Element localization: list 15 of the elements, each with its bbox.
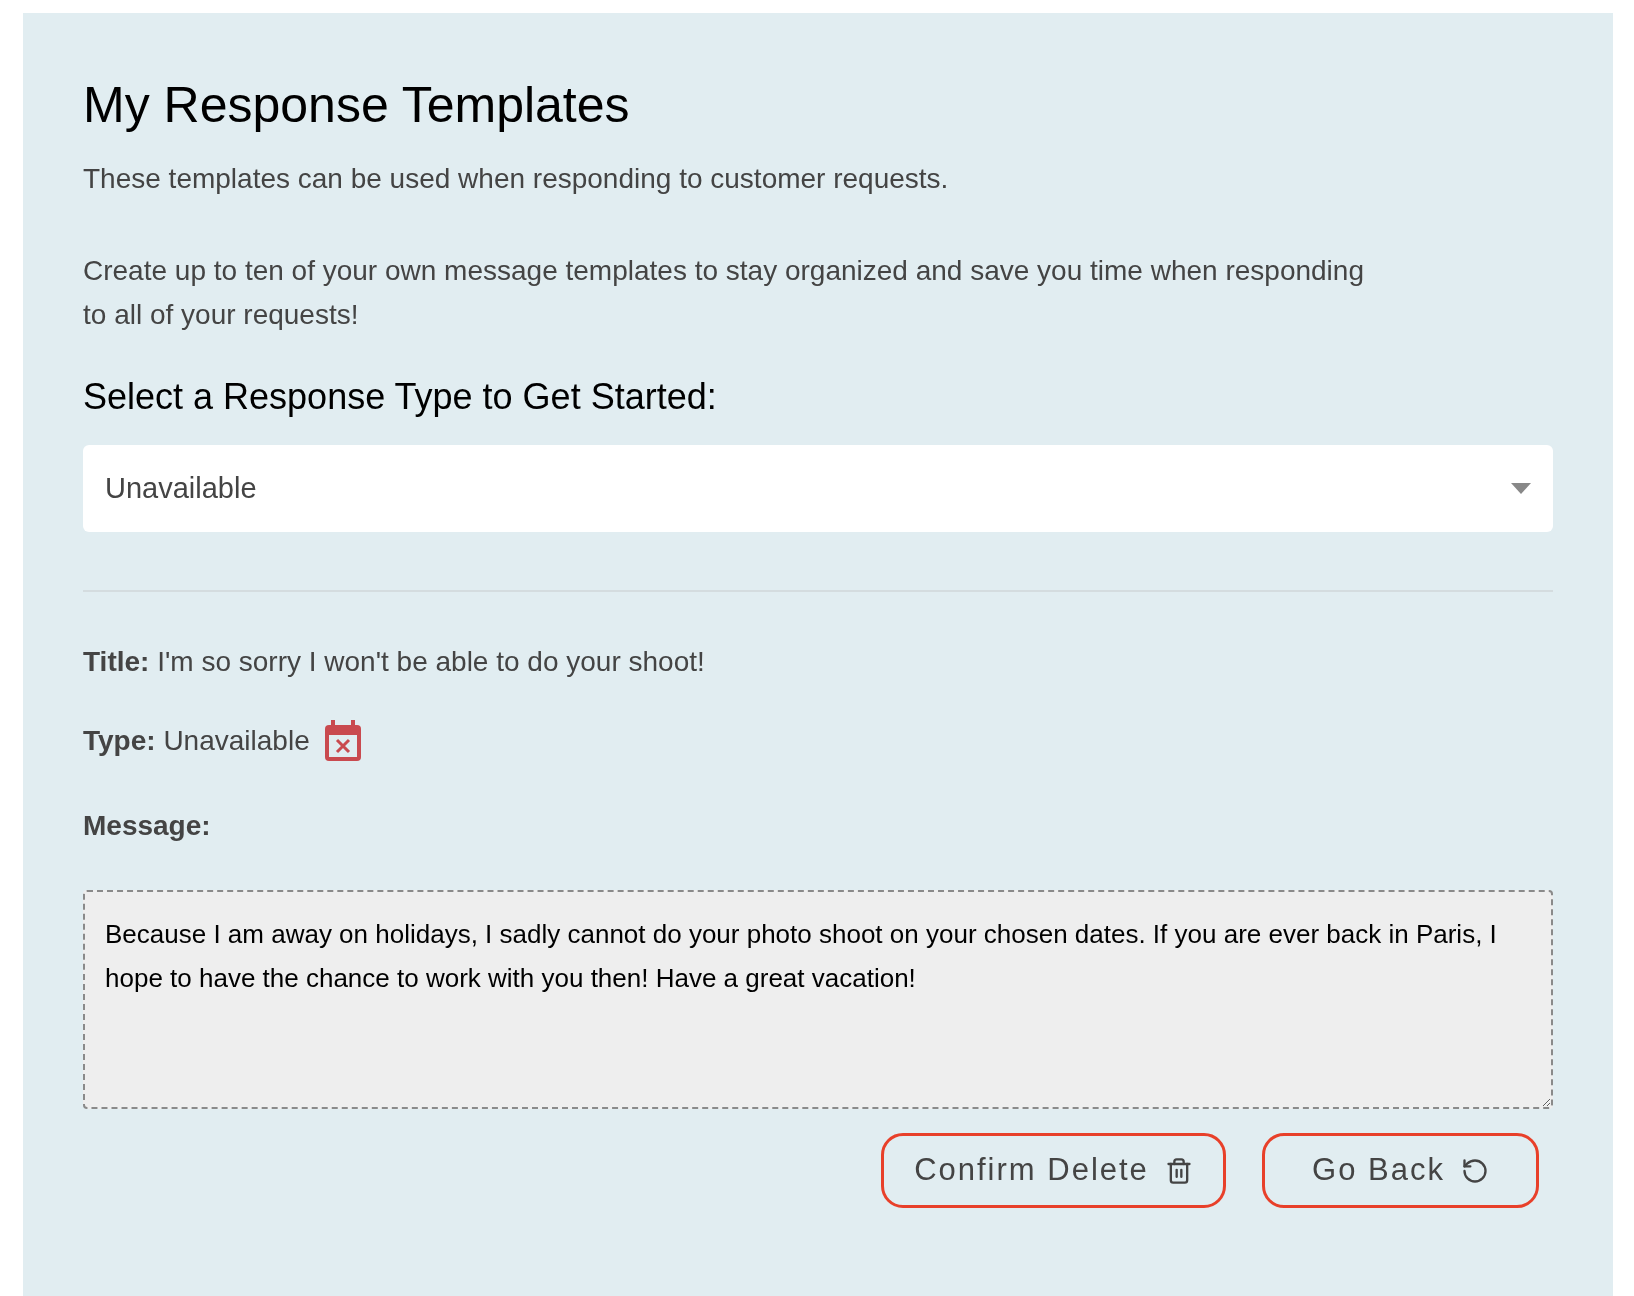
intro-text: Create up to ten of your own message templates to stay organized and save you time when responding to all of your requests! bbox=[83, 254, 1365, 332]
trash-icon bbox=[1164, 1156, 1193, 1185]
message-field[interactable]: Because I am away on holidays, I sadly cannot do your photo shoot on your chosen dates. If you are ever back in Paris, I hope to have the chance to work with you then! Have a great vacation! bbox=[83, 890, 1553, 1109]
section-heading: Select a Response Type to Get Started: bbox=[83, 375, 718, 419]
go-back-button[interactable]: Go Back bbox=[1262, 1133, 1539, 1208]
template-title: Title: I'm so sorry I won't be able to do your shoot! bbox=[83, 645, 706, 679]
response-type-select[interactable]: Unavailable bbox=[83, 445, 1553, 532]
message-label: Message: bbox=[83, 809, 212, 843]
dropdown-arrow-icon bbox=[1511, 483, 1531, 494]
template-type: Type: Unavailable bbox=[83, 724, 310, 758]
intro-text: These templates can be used when responding to customer requests. bbox=[83, 162, 950, 196]
page-title: My Response Templates bbox=[83, 76, 631, 135]
calendar-x-icon bbox=[323, 720, 362, 762]
refresh-icon bbox=[1460, 1156, 1489, 1185]
confirm-delete-button[interactable]: Confirm Delete bbox=[881, 1133, 1226, 1208]
